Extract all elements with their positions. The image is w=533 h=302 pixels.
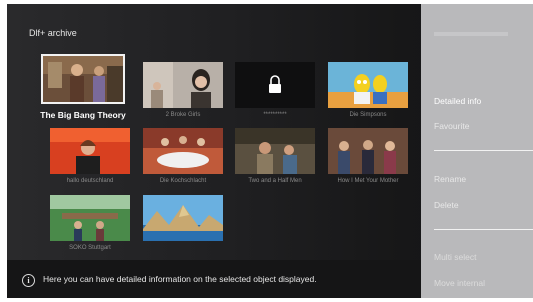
- menu-divider: [434, 229, 533, 230]
- status-bar: i Here you can have detailed information…: [7, 260, 421, 298]
- tile-caption: Die Simpsons: [349, 112, 387, 118]
- tile-caption: Die Kochschlacht: [159, 178, 207, 184]
- recording-tile-two-and-a-half-men[interactable]: [235, 128, 315, 174]
- recording-tile-landscape[interactable]: [143, 195, 223, 241]
- tile-caption: 2 Broke Girls: [165, 112, 201, 118]
- thumbnail-image: [328, 62, 408, 108]
- thumbnail-image: [143, 195, 223, 241]
- menu-item-favourite[interactable]: Favourite: [434, 121, 469, 131]
- thumbnail-image: [50, 128, 130, 174]
- recording-tile-hallo-deutschland[interactable]: [50, 128, 130, 174]
- tile-caption: The Big Bang Theory: [40, 110, 126, 120]
- menu-divider: [434, 150, 533, 151]
- recording-tile-die-kochschlacht[interactable]: [143, 128, 223, 174]
- thumbnail-image: [235, 128, 315, 174]
- recording-tile-how-i-met-your-mother[interactable]: [328, 128, 408, 174]
- recording-tile-soko-stuttgart[interactable]: [50, 195, 130, 241]
- thumbnail-image: [43, 56, 123, 102]
- tile-caption: hallo deutschland: [66, 178, 114, 184]
- status-message: Here you can have detailed information o…: [43, 274, 317, 284]
- menu-item-delete[interactable]: Delete: [434, 200, 459, 210]
- thumbnail-image: [50, 195, 130, 241]
- tv-screen: Dlf+ archive The Big Bang Theory 2 Broke…: [7, 4, 533, 298]
- recording-tile-die-simpsons[interactable]: [328, 62, 408, 108]
- menu-item-multi-select[interactable]: Multi select: [434, 252, 477, 262]
- thumbnail-image: [143, 128, 223, 174]
- menu-item-detailed-info[interactable]: Detailed info: [434, 96, 481, 106]
- info-icon: i: [22, 274, 35, 287]
- recording-tile-2-broke-girls[interactable]: [143, 62, 223, 108]
- archive-title: Dlf+ archive: [29, 28, 77, 38]
- options-menu: Detailed info Favourite Rename Delete Mu…: [421, 4, 533, 298]
- lock-icon: [235, 62, 315, 108]
- tile-caption: **********: [263, 112, 287, 118]
- tile-caption: How I Met Your Mother: [337, 178, 399, 184]
- menu-item-rename[interactable]: Rename: [434, 174, 466, 184]
- recording-tile-big-bang-theory[interactable]: [41, 54, 125, 104]
- thumbnail-image: [143, 62, 223, 108]
- thumbnail-image: [328, 128, 408, 174]
- menu-header-placeholder: [434, 32, 508, 36]
- recording-tile-locked[interactable]: [235, 62, 315, 108]
- tile-caption: SOKO Stuttgart: [69, 245, 111, 251]
- menu-item-move-internal[interactable]: Move internal: [434, 278, 485, 288]
- tile-caption: Two and a Half Men: [248, 178, 302, 184]
